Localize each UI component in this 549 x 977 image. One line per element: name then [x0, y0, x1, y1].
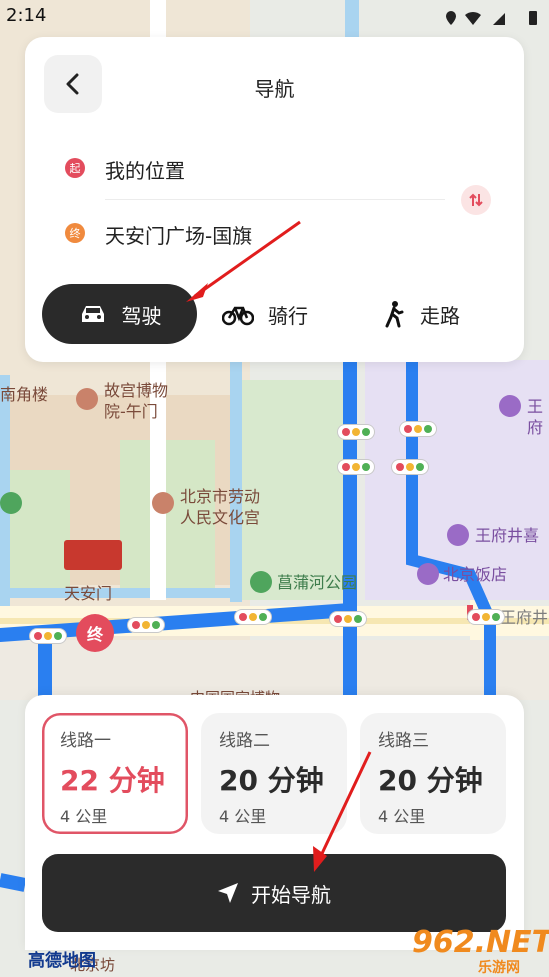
- route-time: 20 分钟: [219, 764, 324, 797]
- poi-beijing-hotel[interactable]: 北京饭店: [443, 564, 507, 585]
- route-options-panel: 线路一 22 分钟 4 公里 线路二 20 分钟 4 公里 线路三 20 分钟 …: [25, 695, 524, 950]
- park-pin-icon: [0, 492, 22, 514]
- start-navigation-button[interactable]: 开始导航: [42, 854, 506, 932]
- swap-icon: [469, 193, 483, 207]
- page-title: 导航: [254, 77, 295, 101]
- park-pin-icon: [250, 571, 272, 593]
- museum-pin-icon: [76, 388, 98, 410]
- traffic-light-icon: [468, 610, 504, 624]
- poi-palace-museum-meridian-gate[interactable]: 故宫博物 院-午门: [104, 380, 168, 422]
- navigation-panel: 导航 起 我的位置 终 天安门广场-国旗 驾驶 骑行 走路: [25, 37, 524, 362]
- traffic-light-icon: [392, 460, 428, 474]
- traffic-light-icon: [338, 460, 374, 474]
- route-option-2[interactable]: 线路二 20 分钟 4 公里: [201, 713, 347, 834]
- poi-wangfujing[interactable]: 王府井: [500, 607, 548, 628]
- end-location-field[interactable]: 天安门广场-国旗: [105, 220, 252, 249]
- route-name: 线路一: [60, 731, 111, 751]
- traffic-light-icon: [400, 422, 436, 436]
- watermark-text: 962.NET: [412, 925, 549, 960]
- start-badge-icon: 起: [65, 158, 85, 178]
- route-distance: 4 公里: [219, 807, 267, 826]
- route-option-3[interactable]: 线路三 20 分钟 4 公里: [360, 713, 506, 834]
- route-name: 线路二: [219, 731, 270, 751]
- status-icons: [446, 11, 537, 25]
- traffic-light-icon: [330, 612, 366, 626]
- poi-workers-cultural-palace[interactable]: 北京市劳动 人民文化宫: [180, 486, 260, 528]
- route-name: 线路三: [378, 731, 429, 751]
- mode-walking-label: 走路: [420, 303, 460, 328]
- poi-tiananmen[interactable]: 天安门: [64, 583, 112, 604]
- end-badge-icon: 终: [65, 223, 85, 243]
- poi-wangfujing-xi[interactable]: 王府井喜: [475, 525, 539, 546]
- navigation-arrow-icon: [218, 883, 238, 903]
- mode-driving-label: 驾驶: [121, 303, 162, 328]
- route-time: 22 分钟: [60, 764, 165, 797]
- traffic-light-icon: [30, 629, 66, 643]
- swap-locations-button[interactable]: [461, 185, 491, 215]
- start-location-field[interactable]: 我的位置: [105, 155, 185, 184]
- poi-wangfu[interactable]: 王府: [527, 396, 549, 438]
- car-icon: [81, 306, 104, 322]
- hotel-pin-icon: [417, 563, 439, 585]
- traffic-light-icon: [128, 618, 164, 632]
- mode-walking-button[interactable]: 走路: [382, 284, 460, 344]
- status-bar: 2:14: [0, 0, 549, 34]
- poi-south-corner-tower[interactable]: 南角楼: [0, 384, 48, 405]
- watermark-logo: 962.NET 乐游网: [408, 923, 549, 976]
- route-distance: 4 公里: [60, 807, 108, 826]
- route-option-1[interactable]: 线路一 22 分钟 4 公里: [42, 713, 188, 834]
- tiananmen-icon: [64, 540, 122, 570]
- shopping-pin-icon: [447, 524, 469, 546]
- divider: [105, 199, 445, 200]
- route-time: 20 分钟: [378, 764, 483, 797]
- walking-icon: [385, 301, 404, 328]
- mode-cycling-button[interactable]: 骑行: [222, 284, 308, 344]
- traffic-light-icon: [235, 610, 271, 624]
- poi-changpu-river-park[interactable]: 菖蒲河公园: [277, 572, 357, 593]
- status-time: 2:14: [6, 5, 47, 26]
- mode-driving-button[interactable]: 驾驶: [42, 284, 197, 344]
- start-navigation-label: 开始导航: [251, 882, 331, 907]
- museum-pin-icon: [152, 492, 174, 514]
- traffic-light-icon: [338, 425, 374, 439]
- destination-marker-icon[interactable]: 终: [76, 614, 114, 652]
- bicycle-icon: [222, 306, 254, 326]
- watermark-sub: 乐游网: [478, 960, 520, 976]
- route-distance: 4 公里: [378, 807, 426, 826]
- shopping-pin-icon: [499, 395, 521, 417]
- mode-cycling-label: 骑行: [268, 303, 308, 328]
